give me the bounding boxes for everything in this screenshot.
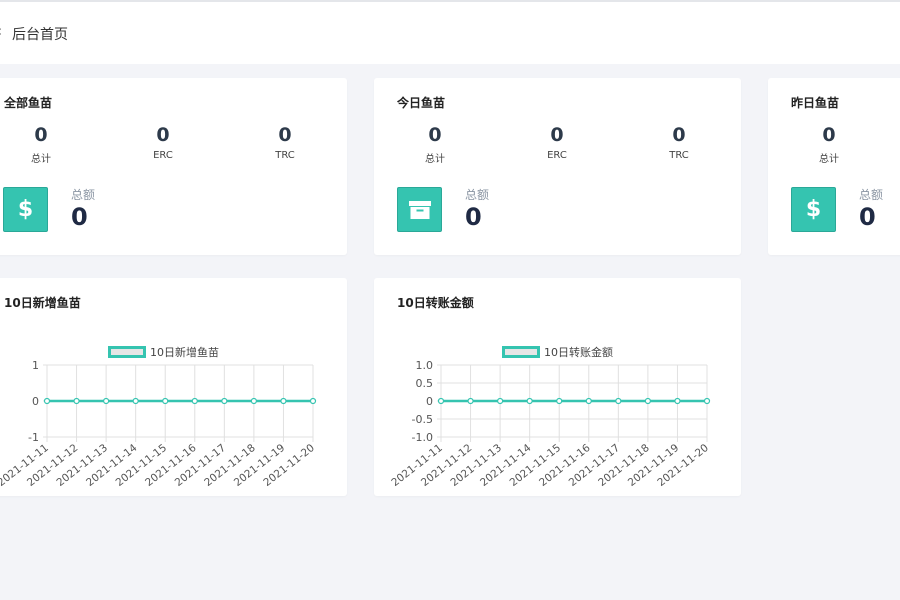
card-title: 昨日鱼苗 [791, 96, 840, 110]
y-tick-label: 1 [32, 359, 39, 372]
dollar-icon: $ [791, 187, 836, 232]
data-point[interactable] [703, 397, 711, 405]
stats-card-today: 今日鱼苗 0 总计 0 ERC 0 TRC 总额 0 [374, 78, 741, 255]
stat-trc: 0 TRC [245, 124, 325, 161]
stat-trc: 0 TRC [639, 124, 719, 161]
stat-value: 0 [822, 124, 836, 146]
data-point[interactable] [526, 397, 533, 405]
stat-label: TRC [669, 150, 689, 161]
data-point[interactable] [280, 397, 287, 405]
data-point[interactable] [437, 397, 445, 405]
chevron-left-icon[interactable]: ‹ [0, 22, 2, 40]
data-point[interactable] [615, 397, 622, 405]
total-label: 总额 [859, 188, 884, 202]
y-tick-label: 0 [426, 395, 433, 408]
data-point[interactable] [43, 397, 51, 405]
stats-card-all: 全部鱼苗 0 总计 0 ERC 0 TRC $ 总额 0 [0, 78, 347, 255]
data-point[interactable] [585, 397, 592, 405]
data-point[interactable] [467, 397, 474, 405]
stat-label: ERC [153, 150, 173, 161]
y-tick-label: -1.0 [412, 431, 433, 444]
y-tick-label: 0 [32, 395, 39, 408]
total-value: 0 [859, 203, 876, 231]
archive-icon [397, 187, 442, 232]
stat-value: 0 [428, 124, 442, 146]
stat-label: 总计 [819, 154, 839, 165]
line-chart: 10-12021-11-112021-11-122021-11-132021-1… [0, 359, 317, 489]
stat-total: 0 总计 [789, 124, 869, 165]
data-point[interactable] [309, 397, 317, 405]
page-title: 后台首页 [12, 27, 68, 43]
data-point[interactable] [191, 397, 198, 405]
stat-label: TRC [275, 150, 295, 161]
card-title: 全部鱼苗 [4, 96, 53, 110]
stat-label: 总计 [425, 154, 445, 165]
stat-erc: 0 ERC [517, 124, 597, 161]
header-bar: ‹ 后台首页 [0, 0, 900, 64]
data-point[interactable] [556, 397, 563, 405]
stat-value: 0 [550, 124, 564, 146]
stat-label: ERC [547, 150, 567, 161]
data-point[interactable] [674, 397, 681, 405]
data-point[interactable] [250, 397, 257, 405]
stat-erc: 0 ERC [123, 124, 203, 161]
stats-card-yesterday: 昨日鱼苗 0 总计 $ 总额 0 [768, 78, 900, 255]
data-point[interactable] [162, 397, 169, 405]
total-label: 总额 [71, 188, 96, 202]
data-point[interactable] [73, 397, 80, 405]
data-point[interactable] [497, 397, 504, 405]
chart-card-new-fry: 10日新增鱼苗 10日新增鱼苗 1 0 -1 2021-11-11 2021-11-12… [0, 278, 347, 496]
stat-value: 0 [278, 124, 292, 146]
total-value: 0 [465, 203, 482, 231]
stat-value: 0 [672, 124, 686, 146]
total-label: 总额 [465, 188, 490, 202]
stat-label: 总计 [31, 154, 51, 165]
y-tick-label: 1.0 [416, 359, 434, 372]
dollar-icon: $ [3, 187, 48, 232]
y-tick-label: -0.5 [412, 413, 433, 426]
chart-card-transfer-amount: 10日转账金额 10日转账金额 1.0 0.5 0 -0.5 -1.0 2021-11-1… [374, 278, 741, 496]
data-point[interactable] [103, 397, 110, 405]
y-tick-label: 0.5 [416, 377, 434, 390]
card-title: 今日鱼苗 [397, 96, 446, 110]
data-point[interactable] [221, 397, 228, 405]
data-point[interactable] [132, 397, 139, 405]
data-point[interactable] [644, 397, 651, 405]
stat-value: 0 [34, 124, 48, 146]
line-chart: 1.00.50-0.5-1.02021-11-112021-11-122021-… [389, 359, 711, 489]
stat-value: 0 [156, 124, 170, 146]
total-value: 0 [71, 203, 88, 231]
stat-total: 0 总计 [395, 124, 475, 165]
y-tick-label: -1 [28, 431, 39, 444]
stat-total: 0 总计 [1, 124, 81, 165]
